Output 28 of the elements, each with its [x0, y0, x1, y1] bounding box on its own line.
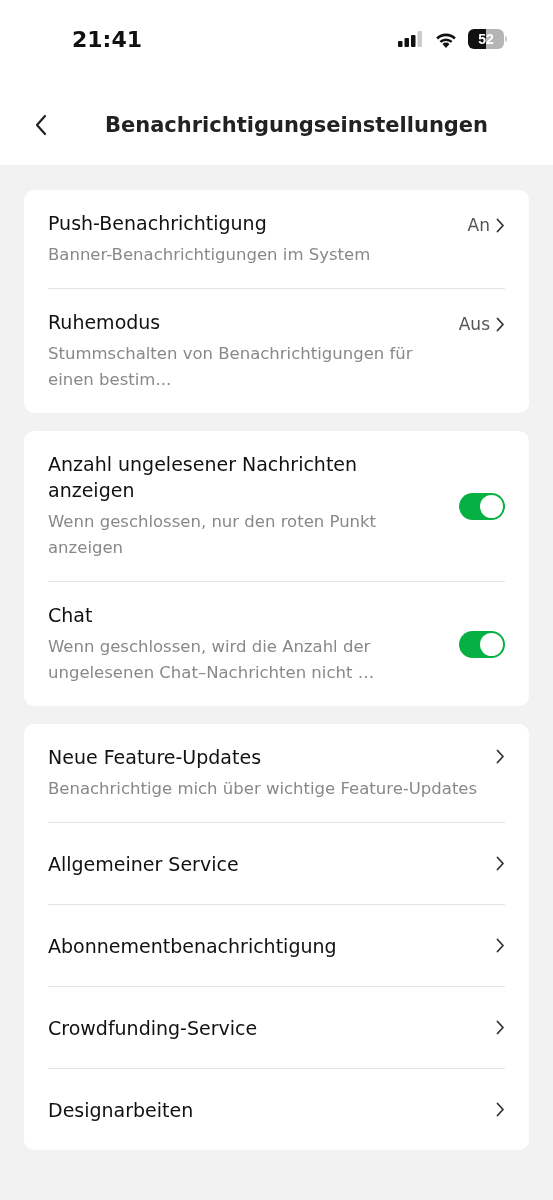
chevron-icon[interactable] [496, 1102, 505, 1117]
setting-title: Designarbeiten [48, 1097, 195, 1123]
chevron-icon[interactable] [496, 316, 505, 332]
chevron-icon[interactable] [496, 1020, 505, 1035]
chevron-icon[interactable] [496, 938, 505, 953]
setting-title: Abonnementbenachrichtigung [48, 933, 338, 959]
toggle-switch[interactable] [459, 492, 505, 520]
setting-value: An [467, 215, 490, 235]
setting-description: Stummschalten von Benachrichtigungen für einen bestim... [48, 343, 414, 391]
chevron-icon[interactable] [496, 856, 505, 871]
setting-title: Crowdfunding-Service [48, 1015, 259, 1041]
chevron-icon[interactable] [496, 749, 505, 764]
page-title: Benachrichtigungseinstellungen [103, 112, 489, 137]
setting-description: Benachrichtige mich über wichtige Feature-Updates [48, 778, 479, 800]
setting-title: Push-Benachrichtigung [48, 211, 268, 236]
signal-icon [398, 31, 424, 47]
toggle-switch[interactable] [459, 630, 505, 658]
status-time: 21:41 [72, 26, 143, 52]
setting-title: Allgemeiner Service [48, 851, 240, 877]
setting-title: Anzahl ungelesener Nachrichten anzeigen [48, 452, 359, 503]
setting-title: Chat [48, 603, 94, 628]
setting-value: Aus [458, 314, 490, 334]
setting-description: Wenn geschlossen, nur den roten Punkt anzeigen [48, 511, 378, 559]
setting-description: Banner-Benachrichtigungen im System [48, 244, 372, 266]
setting-description: Wenn geschlossen, wird die Anzahl der ungelesenen Chat–Nachrichten nicht … [48, 636, 376, 684]
chevron-icon[interactable] [496, 217, 505, 233]
setting-title: Neue Feature-Updates [48, 745, 263, 770]
setting-title: Ruhemodus [48, 310, 162, 335]
